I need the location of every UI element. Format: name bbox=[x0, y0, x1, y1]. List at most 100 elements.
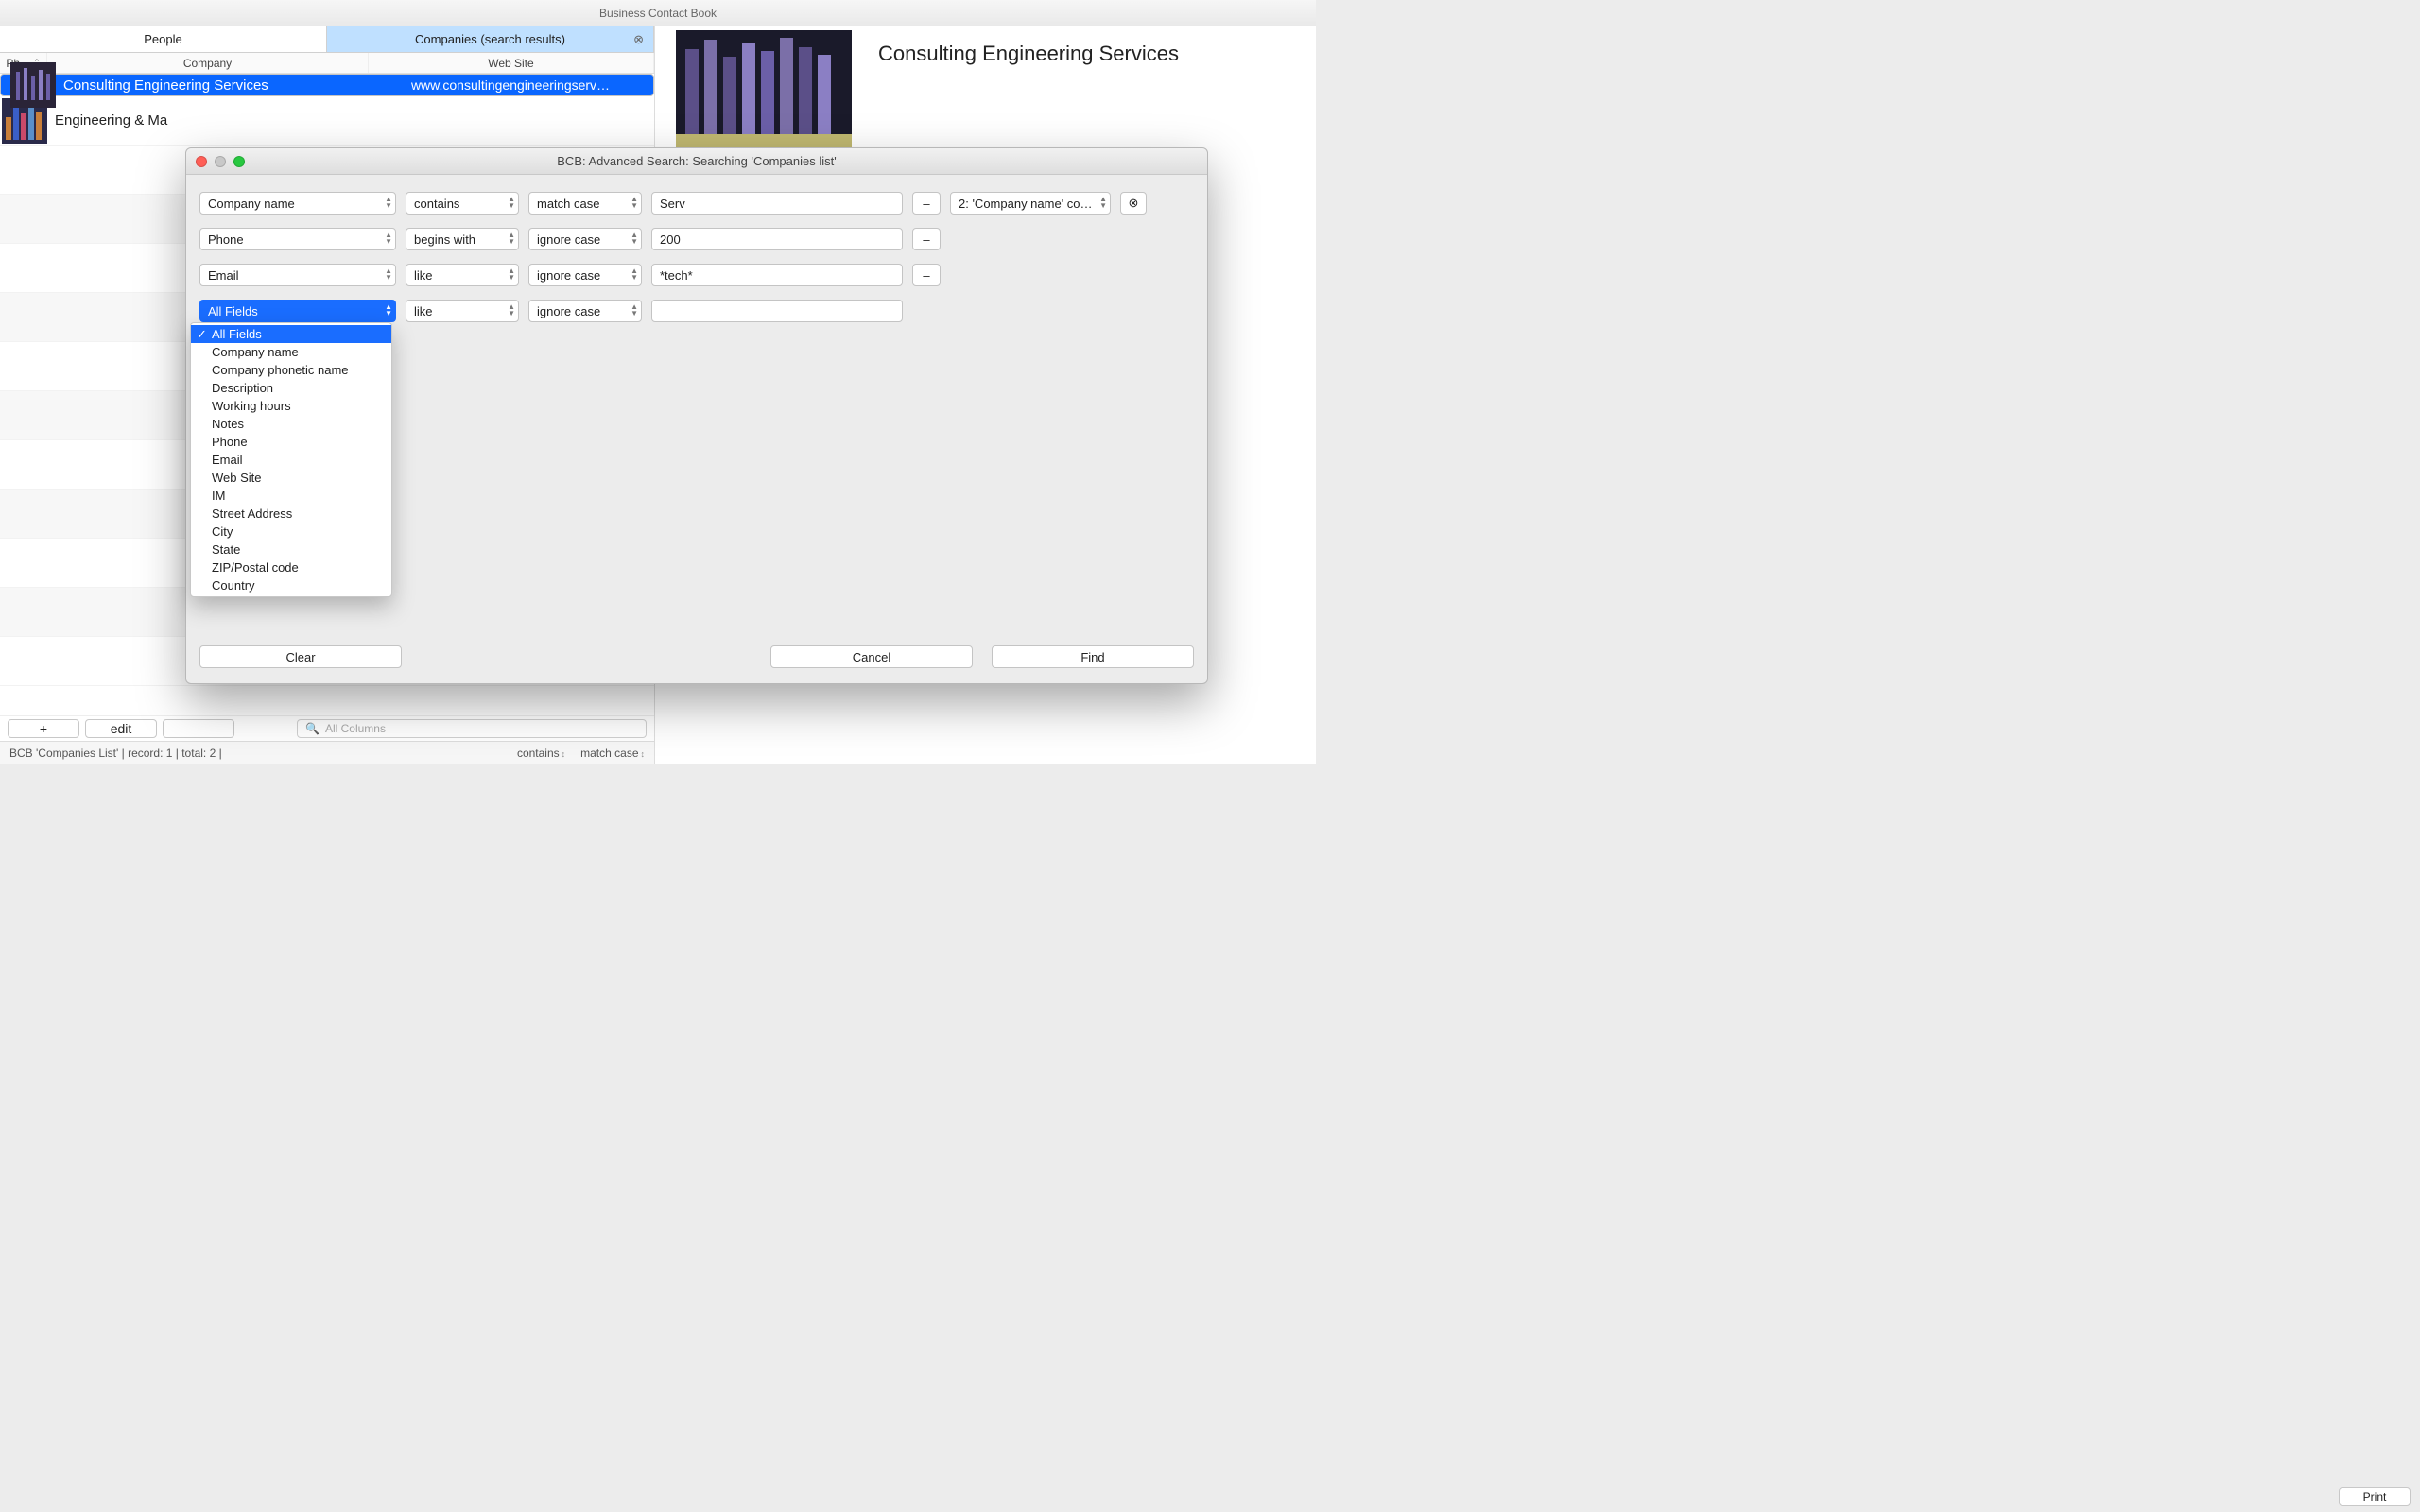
dropdown-option[interactable]: ZIP/Postal code bbox=[191, 558, 391, 576]
op-value: begins with bbox=[414, 232, 475, 247]
clear-summary-button[interactable]: ⊗ bbox=[1120, 192, 1147, 215]
stepper-icon bbox=[508, 232, 515, 245]
value-input[interactable]: *tech* bbox=[651, 264, 903, 286]
detail-image bbox=[676, 30, 852, 149]
criteria-row: Email like ignore case *tech* – bbox=[199, 264, 1194, 286]
dropdown-option[interactable]: City bbox=[191, 523, 391, 541]
tab-people[interactable]: People bbox=[0, 26, 327, 52]
criteria-row: Phone begins with ignore case 200 – bbox=[199, 228, 1194, 250]
dropdown-option[interactable]: State bbox=[191, 541, 391, 558]
criteria-row: All Fields like ignore case bbox=[199, 300, 1194, 322]
dropdown-option[interactable]: Email bbox=[191, 451, 391, 469]
field-select[interactable]: Phone bbox=[199, 228, 396, 250]
remove-button[interactable]: – bbox=[163, 719, 234, 738]
remove-row-button[interactable]: – bbox=[912, 192, 941, 215]
row-company: Consulting Engineering Services bbox=[63, 77, 385, 94]
tab-companies-label: Companies (search results) bbox=[415, 32, 565, 46]
dropdown-option[interactable]: All Fields bbox=[191, 325, 391, 343]
detail-title: Consulting Engineering Services bbox=[878, 42, 1179, 161]
stepper-icon bbox=[1099, 196, 1107, 209]
criteria-row: Company name contains match case Serv – … bbox=[199, 192, 1194, 215]
row-website: www.consultingengineeringserv… bbox=[385, 77, 636, 93]
value-input[interactable] bbox=[651, 300, 903, 322]
search-input[interactable]: 🔍 All Columns bbox=[297, 719, 647, 738]
stepper-icon bbox=[631, 196, 638, 209]
stepper-icon bbox=[508, 303, 515, 317]
stepper-icon bbox=[385, 196, 392, 209]
op-value: like bbox=[414, 268, 433, 283]
column-headers: Ph… ⌃ Company Web Site bbox=[0, 53, 654, 74]
operator-select[interactable]: begins with bbox=[406, 228, 519, 250]
dropdown-option[interactable]: Phone bbox=[191, 433, 391, 451]
dropdown-option[interactable]: Street Address bbox=[191, 505, 391, 523]
criteria-list: Company name contains match case Serv – … bbox=[186, 175, 1207, 322]
dropdown-option[interactable]: IM bbox=[191, 487, 391, 505]
dialog-title: BCB: Advanced Search: Searching 'Compani… bbox=[186, 154, 1207, 168]
edit-button[interactable]: edit bbox=[85, 719, 157, 738]
summary-select[interactable]: 2: 'Company name' co… bbox=[950, 192, 1111, 215]
case-select[interactable]: ignore case bbox=[528, 264, 642, 286]
operator-select[interactable]: like bbox=[406, 300, 519, 322]
remove-row-button[interactable]: – bbox=[912, 264, 941, 286]
case-value: ignore case bbox=[537, 268, 600, 283]
dropdown-option[interactable]: Notes bbox=[191, 415, 391, 433]
tab-close-icon[interactable]: ⊗ bbox=[633, 32, 644, 47]
field-select[interactable]: Company name bbox=[199, 192, 396, 215]
summary-value: 2: 'Company name' co… bbox=[959, 197, 1093, 211]
stepper-icon bbox=[631, 232, 638, 245]
case-value: match case bbox=[537, 197, 599, 211]
table-row[interactable]: Engineering & Ma bbox=[0, 96, 654, 146]
status-matchcase-select[interactable]: match case bbox=[580, 747, 645, 760]
field-select[interactable]: All Fields bbox=[199, 300, 396, 322]
case-select[interactable]: ignore case bbox=[528, 228, 642, 250]
tab-companies[interactable]: Companies (search results) ⊗ bbox=[327, 26, 654, 52]
tab-people-label: People bbox=[144, 32, 182, 46]
stepper-icon bbox=[631, 303, 638, 317]
status-text: BCB 'Companies List' | record: 1 | total… bbox=[9, 747, 222, 760]
dialog-footer: Clear Cancel Find bbox=[199, 645, 1194, 668]
status-bar: BCB 'Companies List' | record: 1 | total… bbox=[0, 741, 654, 764]
stepper-icon bbox=[385, 232, 392, 245]
stepper-icon bbox=[385, 267, 392, 281]
field-value: Email bbox=[208, 268, 239, 283]
op-value: like bbox=[414, 304, 433, 318]
window-title: Business Contact Book bbox=[0, 0, 1316, 26]
status-contains-select[interactable]: contains bbox=[517, 747, 565, 760]
dropdown-option[interactable]: Country bbox=[191, 576, 391, 594]
value-input[interactable]: Serv bbox=[651, 192, 903, 215]
dialog-titlebar: BCB: Advanced Search: Searching 'Compani… bbox=[186, 148, 1207, 175]
dropdown-option[interactable]: Description bbox=[191, 379, 391, 397]
cancel-button[interactable]: Cancel bbox=[770, 645, 973, 668]
list-toolbar: + edit – 🔍 All Columns bbox=[0, 715, 654, 741]
table-row[interactable]: Consulting Engineering Services www.cons… bbox=[0, 74, 654, 96]
dropdown-option[interactable]: Working hours bbox=[191, 397, 391, 415]
case-select[interactable]: match case bbox=[528, 192, 642, 215]
field-value: Company name bbox=[208, 197, 295, 211]
search-placeholder: All Columns bbox=[325, 722, 386, 735]
company-thumb bbox=[10, 62, 56, 108]
field-select[interactable]: Email bbox=[199, 264, 396, 286]
stepper-icon bbox=[631, 267, 638, 281]
print-button[interactable]: Print bbox=[2339, 1487, 2411, 1506]
add-button[interactable]: + bbox=[8, 719, 79, 738]
case-value: ignore case bbox=[537, 232, 600, 247]
row-company: Engineering & Ma bbox=[55, 112, 376, 129]
dropdown-option[interactable]: Web Site bbox=[191, 469, 391, 487]
search-icon: 🔍 bbox=[305, 722, 320, 735]
op-value: contains bbox=[414, 197, 459, 211]
value-input[interactable]: 200 bbox=[651, 228, 903, 250]
dropdown-option[interactable]: Company name bbox=[191, 343, 391, 361]
stepper-icon bbox=[385, 303, 392, 317]
find-button[interactable]: Find bbox=[992, 645, 1194, 668]
operator-select[interactable]: contains bbox=[406, 192, 519, 215]
operator-select[interactable]: like bbox=[406, 264, 519, 286]
clear-button[interactable]: Clear bbox=[199, 645, 402, 668]
field-dropdown[interactable]: All FieldsCompany nameCompany phonetic n… bbox=[190, 322, 392, 597]
dropdown-option[interactable]: Company phonetic name bbox=[191, 361, 391, 379]
col-company[interactable]: Company bbox=[47, 53, 369, 73]
stepper-icon bbox=[508, 267, 515, 281]
stepper-icon bbox=[508, 196, 515, 209]
case-select[interactable]: ignore case bbox=[528, 300, 642, 322]
col-website[interactable]: Web Site bbox=[369, 53, 654, 73]
remove-row-button[interactable]: – bbox=[912, 228, 941, 250]
